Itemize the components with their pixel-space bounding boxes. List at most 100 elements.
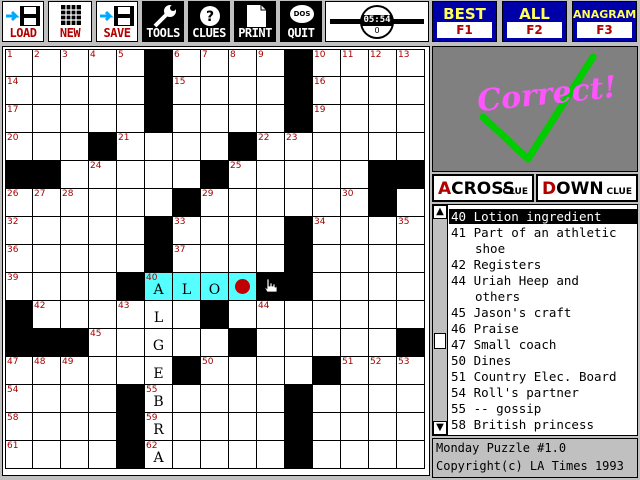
grid-cell[interactable] — [257, 161, 285, 189]
grid-cell[interactable] — [33, 133, 61, 161]
grid-cell[interactable]: 6 — [173, 49, 201, 77]
grid-cell[interactable] — [61, 385, 89, 413]
grid-cell[interactable]: L — [145, 301, 173, 329]
grid-cell[interactable] — [341, 385, 369, 413]
grid-cell[interactable] — [117, 105, 145, 133]
grid-cell[interactable] — [285, 161, 313, 189]
best-button[interactable]: BEST F1 — [432, 1, 497, 42]
grid-cell[interactable] — [201, 329, 229, 357]
grid-cell[interactable] — [341, 77, 369, 105]
grid-cell[interactable] — [33, 413, 61, 441]
scroll-up-icon[interactable]: ▲ — [433, 205, 447, 219]
grid-cell[interactable]: 20 — [5, 133, 33, 161]
grid-cell[interactable] — [229, 245, 257, 273]
print-button[interactable]: PRINT — [234, 1, 276, 42]
clue-scrollbar[interactable]: ▲ ▼ — [433, 205, 448, 435]
grid-cell[interactable] — [257, 245, 285, 273]
tab-down[interactable]: DOWN CLUE — [536, 174, 638, 202]
grid-cell[interactable]: 62 A — [145, 441, 173, 469]
grid-cell[interactable]: 39 — [5, 273, 33, 301]
grid-cell[interactable] — [397, 133, 425, 161]
grid-cell[interactable] — [397, 441, 425, 469]
grid-cell[interactable] — [397, 77, 425, 105]
grid-cell[interactable] — [257, 77, 285, 105]
grid-cell[interactable] — [229, 217, 257, 245]
clue-item[interactable]: 55 -- gossip — [449, 401, 637, 416]
grid-cell[interactable]: 33 — [173, 217, 201, 245]
grid-cell[interactable]: 37 — [173, 245, 201, 273]
grid-cell[interactable]: 50 — [201, 357, 229, 385]
grid-cell[interactable]: 45 — [89, 329, 117, 357]
clue-list[interactable]: ▲ ▼ 40 Lotion ingredient 41 Part of an at… — [432, 204, 638, 436]
grid-cell[interactable] — [313, 441, 341, 469]
grid-cell[interactable] — [313, 245, 341, 273]
grid-cell[interactable] — [33, 273, 61, 301]
grid-cell[interactable] — [117, 329, 145, 357]
grid-cell[interactable]: L — [173, 273, 201, 301]
grid-cell[interactable] — [397, 301, 425, 329]
grid-cell[interactable] — [229, 385, 257, 413]
grid-cell[interactable] — [341, 441, 369, 469]
grid-cell[interactable] — [61, 105, 89, 133]
grid-cell[interactable] — [313, 413, 341, 441]
grid-cell[interactable] — [201, 385, 229, 413]
grid-cell[interactable] — [201, 441, 229, 469]
grid-cell[interactable] — [397, 189, 425, 217]
grid-cell[interactable] — [257, 357, 285, 385]
grid-cell[interactable] — [369, 77, 397, 105]
clue-item[interactable]: 44 Uriah Heep and — [449, 273, 637, 288]
grid-cell[interactable]: 15 — [173, 77, 201, 105]
grid-cell[interactable]: 29 — [201, 189, 229, 217]
grid-cell[interactable] — [89, 273, 117, 301]
grid-cell[interactable] — [341, 273, 369, 301]
grid-cell[interactable]: 21 — [117, 133, 145, 161]
grid-cell[interactable]: 49 — [61, 357, 89, 385]
grid-cell[interactable] — [369, 441, 397, 469]
clue-item[interactable]: 40 Lotion ingredient — [449, 209, 637, 224]
grid-cell[interactable] — [173, 329, 201, 357]
grid-cell[interactable] — [341, 301, 369, 329]
grid-cell[interactable] — [369, 217, 397, 245]
grid-cell[interactable] — [341, 105, 369, 133]
grid-cell[interactable] — [257, 385, 285, 413]
grid-cell[interactable] — [173, 161, 201, 189]
quit-button[interactable]: DOS QUIT — [280, 1, 322, 42]
grid-cell[interactable] — [33, 441, 61, 469]
grid-cell[interactable] — [313, 161, 341, 189]
grid-cell[interactable] — [89, 441, 117, 469]
grid-cell[interactable] — [341, 133, 369, 161]
grid-cell[interactable] — [89, 385, 117, 413]
grid-cell[interactable] — [257, 441, 285, 469]
grid-cell[interactable]: 44 — [257, 301, 285, 329]
grid-cell[interactable] — [61, 441, 89, 469]
grid-cell[interactable] — [257, 329, 285, 357]
grid-cell[interactable]: 51 — [341, 357, 369, 385]
grid-cell[interactable]: 7 — [201, 49, 229, 77]
grid-cell[interactable] — [61, 273, 89, 301]
grid-cell[interactable]: 36 — [5, 245, 33, 273]
clue-item[interactable]: 41 Part of an athletic — [449, 225, 637, 240]
grid-cell[interactable] — [61, 413, 89, 441]
grid-cell[interactable]: 58 — [5, 413, 33, 441]
clue-item[interactable]: 46 Praise — [449, 321, 637, 336]
grid-cell[interactable]: O — [201, 273, 229, 301]
new-button[interactable]: NEW — [48, 1, 92, 42]
grid-cell[interactable] — [229, 301, 257, 329]
grid-cell[interactable]: 3 — [61, 49, 89, 77]
grid-cell[interactable] — [201, 105, 229, 133]
grid-cell[interactable] — [369, 245, 397, 273]
grid-cell[interactable] — [173, 385, 201, 413]
grid-cell[interactable] — [229, 273, 257, 301]
grid-cell[interactable] — [341, 245, 369, 273]
clues-button[interactable]: ? CLUES — [188, 1, 230, 42]
grid-cell[interactable] — [341, 329, 369, 357]
grid-cell[interactable] — [313, 133, 341, 161]
grid-cell[interactable] — [173, 413, 201, 441]
grid-cell[interactable]: 23 — [285, 133, 313, 161]
grid-cell[interactable]: 43 — [117, 301, 145, 329]
grid-cell[interactable] — [257, 413, 285, 441]
grid-cell[interactable] — [117, 77, 145, 105]
grid-cell[interactable] — [117, 161, 145, 189]
grid-cell[interactable] — [201, 245, 229, 273]
grid-cell[interactable]: 54 — [5, 385, 33, 413]
